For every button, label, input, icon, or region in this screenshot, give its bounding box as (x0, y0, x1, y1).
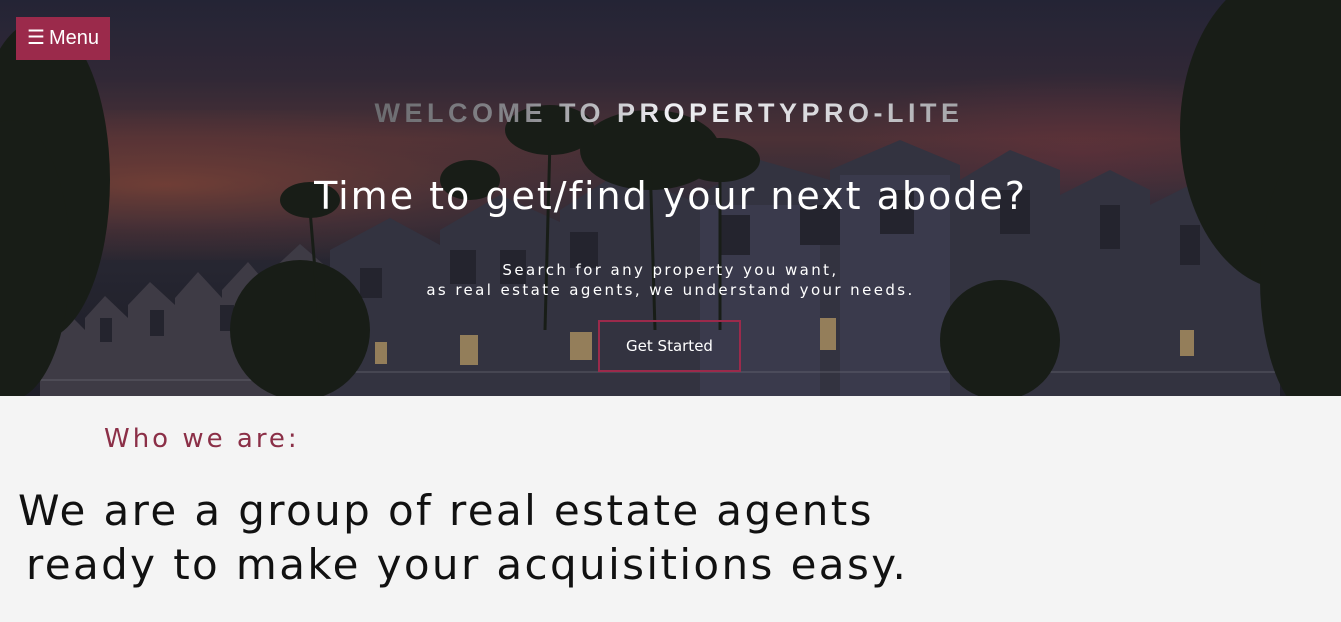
hero-banner: ☰ Menu WELCOME TO PROPERTYPRO-LITE Time t… (0, 0, 1341, 396)
about-statement-line2: ready to make your acquisitions easy. (26, 540, 909, 589)
hero-subtitle: Search for any property you want, as rea… (0, 260, 1341, 300)
hamburger-icon: ☰ (27, 27, 45, 49)
about-heading: Who we are: (104, 424, 300, 454)
about-statement-line1: We are a group of real estate agents (18, 486, 874, 535)
welcome-banner: WELCOME TO PROPERTYPRO-LITE (366, 96, 972, 130)
menu-label: Menu (48, 27, 99, 49)
about-statement: We are a group of real estate agents rea… (18, 484, 908, 592)
hero-headline: Time to get/find your next abode? (314, 174, 1027, 218)
about-section: Who we are: We are a group of real estat… (0, 396, 1341, 622)
welcome-title: WELCOME TO PROPERTYPRO-LITE (366, 96, 972, 130)
menu-button[interactable]: ☰ Menu (16, 17, 110, 60)
hero-subtitle-line2: as real estate agents, we understand you… (426, 281, 915, 299)
get-started-button[interactable]: Get Started (598, 320, 741, 372)
hero-subtitle-line1: Search for any property you want, (502, 261, 839, 279)
